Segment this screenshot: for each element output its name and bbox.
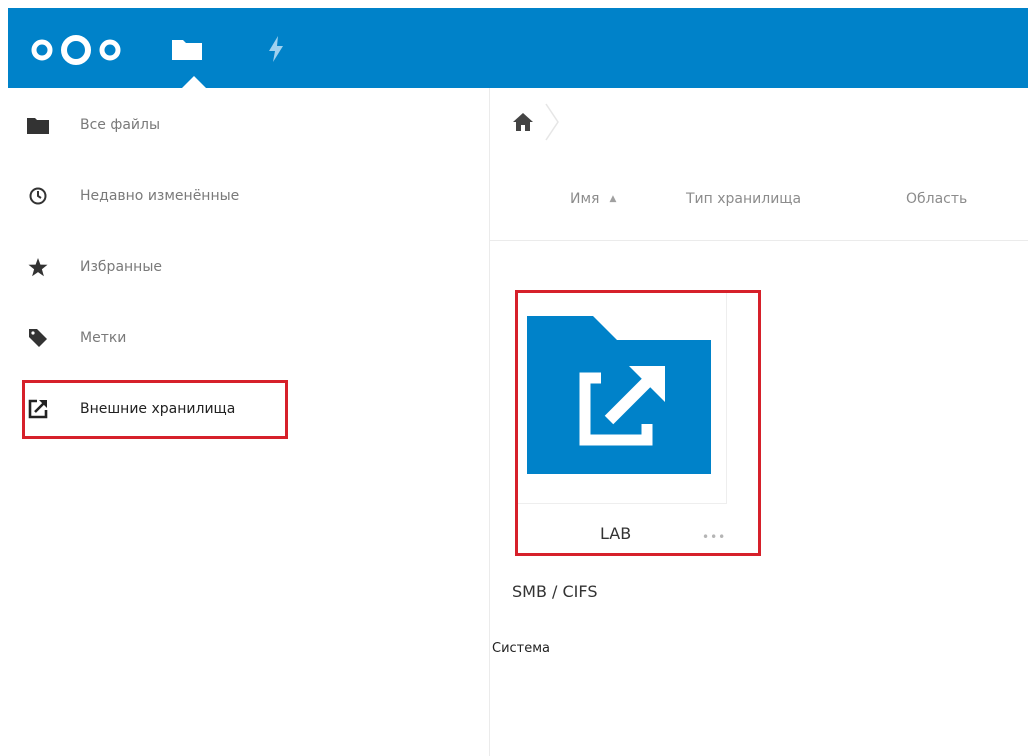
column-header-name[interactable]: Имя ▲	[570, 191, 616, 207]
column-name-label: Имя	[570, 191, 600, 207]
storage-scope-value: Система	[492, 641, 551, 656]
column-header-scope[interactable]: Область	[906, 191, 967, 207]
highlight-box	[515, 290, 761, 556]
sidebar-item-label: Метки	[80, 330, 127, 346]
folder-icon	[26, 113, 50, 137]
main-content: Имя ▲ Тип хранилища Область LAB ••• SMB /…	[490, 88, 1028, 756]
active-nav-indicator	[182, 76, 206, 88]
highlight-box	[22, 380, 288, 439]
sidebar-item-label: Все файлы	[80, 117, 161, 133]
star-icon	[26, 255, 50, 279]
files-app-icon[interactable]	[172, 38, 202, 64]
sort-ascending-icon: ▲	[609, 194, 617, 204]
breadcrumb-separator	[544, 102, 560, 146]
sidebar-item-label: Избранные	[80, 259, 162, 275]
nextcloud-logo[interactable]	[26, 32, 130, 70]
activity-icon[interactable]	[268, 36, 284, 66]
sidebar-item-recent[interactable]: Недавно изменённые	[26, 181, 239, 211]
clock-icon	[26, 184, 50, 208]
sidebar-item-label: Недавно изменённые	[80, 188, 240, 204]
storage-type-value: SMB / CIFS	[512, 582, 598, 601]
sidebar-item-favorites[interactable]: Избранные	[26, 252, 162, 282]
home-icon[interactable]	[512, 112, 534, 136]
sidebar-item-all-files[interactable]: Все файлы	[26, 110, 160, 140]
tag-icon	[26, 326, 50, 350]
header-bar	[8, 8, 1028, 88]
sidebar-item-tags[interactable]: Метки	[26, 323, 126, 353]
divider	[490, 240, 1028, 241]
column-header-storage-type[interactable]: Тип хранилища	[686, 191, 801, 207]
